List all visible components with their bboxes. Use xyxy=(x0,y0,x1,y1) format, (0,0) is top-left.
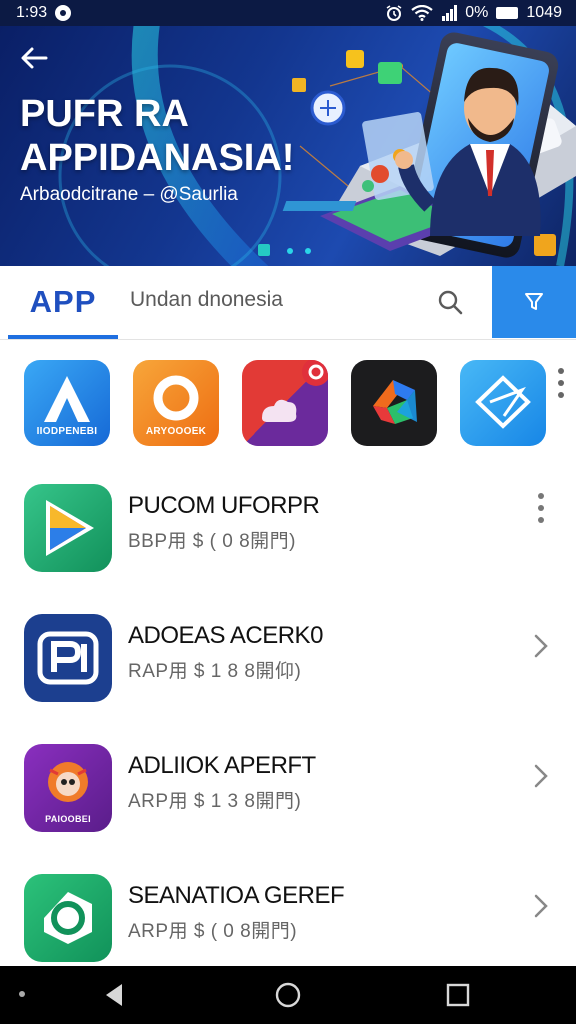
list-item[interactable]: PUCOM UFORPR BBP用 $ ( 0 8開門) xyxy=(0,466,576,596)
tab-indicator xyxy=(8,335,118,339)
strip-app-a-label: IIODPENEBI xyxy=(36,426,98,437)
search-bar: APP xyxy=(0,266,576,340)
alarm-icon xyxy=(386,5,402,21)
list-item-subtitle: ARP用 $ 1 3 8開門) xyxy=(128,791,302,812)
strip-app-dark[interactable] xyxy=(351,360,437,446)
featured-apps-strip: IIODPENEBI ARYOOOEK xyxy=(0,340,576,466)
pi-badge-icon xyxy=(37,631,99,685)
play-store-icon xyxy=(46,500,94,556)
screen: 1:93 0% 1049 PUFR RA APPIDANASIA! Arbaod… xyxy=(0,0,576,1024)
banner-title-line2: APPIDANASIA! xyxy=(20,137,295,179)
status-clock: 1049 xyxy=(526,4,562,21)
back-arrow-icon[interactable] xyxy=(18,42,50,74)
banner-title-line1: PUFR RA xyxy=(20,93,189,135)
diamond-arrow-icon xyxy=(475,375,531,429)
chevron-right-icon[interactable] xyxy=(528,630,554,662)
search-icon[interactable] xyxy=(436,288,464,316)
battery-icon xyxy=(496,7,519,19)
chevron-right-icon[interactable] xyxy=(528,890,554,922)
back-icon[interactable] xyxy=(100,980,130,1010)
nav-dot-icon xyxy=(19,991,25,997)
list-item[interactable]: PAIOOBEI ADLIIOK APERFT ARP用 $ 1 3 8開門) xyxy=(0,726,576,856)
hero-banner: PUFR RA APPIDANASIA! Arbaodcitrane – @Sa… xyxy=(0,26,576,266)
tab-app[interactable]: APP xyxy=(8,266,118,338)
list-item-icon xyxy=(24,614,112,702)
strip-app-blue-diamond[interactable] xyxy=(460,360,546,446)
list-item-title: ADLIIOK APERFT xyxy=(128,752,316,779)
home-icon[interactable] xyxy=(273,980,303,1010)
strip-app-a[interactable]: IIODPENEBI xyxy=(24,360,110,446)
status-right: 0% 1049 xyxy=(385,4,562,22)
list-item-icon-label: PAIOOBEI xyxy=(45,814,91,824)
list-item-icon: PAIOOBEI xyxy=(24,744,112,832)
wifi-icon xyxy=(411,5,433,21)
signal-icon xyxy=(442,5,458,21)
list-item-title: SEANATIOA GEREF xyxy=(128,882,345,909)
recents-icon[interactable] xyxy=(443,980,473,1010)
chevron-right-icon[interactable] xyxy=(528,760,554,792)
colorful-arrows-icon xyxy=(373,380,417,424)
list-item[interactable]: ADOEAS ACERK0 RAP用 $ 1 8 8開仰) xyxy=(0,596,576,726)
strip-app-red-purple[interactable] xyxy=(242,360,328,446)
battery-percent: 0% xyxy=(465,4,489,21)
tab-app-label: APP xyxy=(29,284,97,319)
search-input[interactable] xyxy=(130,288,420,312)
list-item-icon xyxy=(24,874,112,962)
camera-lens-icon xyxy=(44,892,92,944)
filter-icon xyxy=(525,293,543,310)
status-time: 1:93 xyxy=(16,4,48,21)
list-item-icon xyxy=(24,484,112,572)
strip-app-o-label: ARYOOOEK xyxy=(145,426,207,437)
list-item-subtitle: ARP用 $ ( 0 8開門) xyxy=(128,921,298,942)
filter-button[interactable] xyxy=(492,266,576,338)
status-left: 1:93 xyxy=(16,4,72,22)
strip-app-o[interactable]: ARYOOOEK xyxy=(133,360,219,446)
list-item-subtitle: RAP用 $ 1 8 8開仰) xyxy=(128,661,302,682)
status-bar: 1:93 0% 1049 xyxy=(0,0,576,26)
banner-title: PUFR RA APPIDANASIA! xyxy=(20,92,294,180)
list-item-title: ADOEAS ACERK0 xyxy=(128,622,323,649)
notification-icon xyxy=(55,5,72,21)
system-nav-bar xyxy=(0,966,576,1024)
banner-subtitle: Arbaodcitrane – @Saurlia xyxy=(20,184,238,205)
more-vert-icon[interactable] xyxy=(556,366,566,402)
list-item-title: PUCOM UFORPR xyxy=(128,492,320,519)
cloud-gear-icon xyxy=(262,360,328,422)
list-item-subtitle: BBP用 $ ( 0 8開門) xyxy=(128,531,296,552)
more-vert-icon[interactable] xyxy=(528,492,554,524)
